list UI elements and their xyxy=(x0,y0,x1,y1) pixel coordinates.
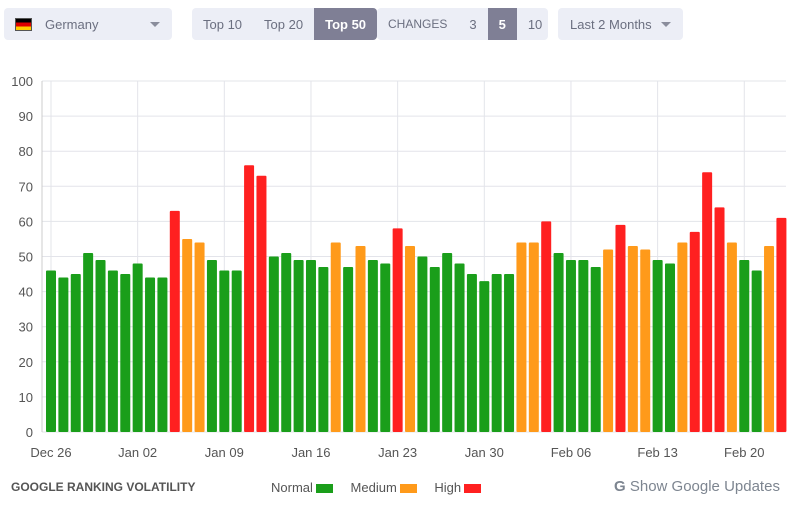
bar-normal xyxy=(157,277,168,432)
x-tick-label: Jan 09 xyxy=(205,445,244,460)
bar-medium xyxy=(603,249,614,432)
bar-normal xyxy=(652,260,663,432)
legend-medium: Medium xyxy=(351,480,417,495)
bar-normal xyxy=(504,274,515,432)
bar-normal xyxy=(429,267,440,432)
bar-normal xyxy=(578,260,589,432)
bar-high xyxy=(714,207,725,432)
bar-high xyxy=(541,221,552,432)
bar-medium xyxy=(528,242,539,432)
bar-medium xyxy=(764,245,775,432)
x-tick-label: Feb 13 xyxy=(637,445,677,460)
volatility-chart: 0 10 20 30 40 50 60 70 80 90 100 Dec 26 Jan 02 Jan 09… xyxy=(11,74,787,460)
bar-normal xyxy=(268,256,279,432)
bar-normal xyxy=(491,274,502,432)
bar-normal xyxy=(83,252,94,432)
bar-medium xyxy=(677,242,688,432)
x-tick-label: Jan 02 xyxy=(118,445,157,460)
bar-normal xyxy=(95,260,106,432)
bar-normal xyxy=(107,270,118,432)
bar-normal xyxy=(293,260,304,432)
y-tick-label: 50 xyxy=(19,250,33,265)
bar-normal xyxy=(46,270,56,432)
y-tick-label: 40 xyxy=(19,285,33,300)
y-tick-label: 20 xyxy=(19,355,33,370)
x-tick-label: Jan 16 xyxy=(291,445,330,460)
bar-normal xyxy=(318,267,329,432)
bar-high xyxy=(244,165,255,433)
bar-normal xyxy=(479,281,490,432)
y-tick-label: 90 xyxy=(19,109,33,124)
legend: Normal Medium High xyxy=(271,480,482,495)
y-tick-label: 0 xyxy=(26,425,33,440)
y-tick-label: 100 xyxy=(11,74,33,89)
bar-high xyxy=(702,172,713,432)
bar-medium xyxy=(405,245,416,432)
bar-medium xyxy=(640,249,651,432)
bar-normal xyxy=(132,263,143,432)
bar-high xyxy=(392,228,403,432)
bar-normal xyxy=(70,274,81,432)
y-tick-label: 30 xyxy=(19,320,33,335)
bar-high xyxy=(615,224,626,432)
bar-high xyxy=(689,231,700,432)
bar-medium xyxy=(726,242,737,432)
bar-normal xyxy=(380,263,391,432)
x-tick-label: Feb 20 xyxy=(724,445,764,460)
bar-normal xyxy=(417,256,428,432)
y-tick-label: 70 xyxy=(19,179,33,194)
x-tick-label: Jan 30 xyxy=(465,445,504,460)
bar-medium xyxy=(516,242,527,432)
bar-normal xyxy=(343,267,354,432)
bar-normal xyxy=(553,252,564,432)
bar-medium xyxy=(194,242,205,432)
bar-medium xyxy=(627,245,638,432)
bar-normal xyxy=(58,277,69,432)
y-tick-label: 80 xyxy=(19,144,33,159)
bar-normal xyxy=(665,263,675,432)
x-tick-label: Jan 23 xyxy=(378,445,417,460)
legend-high-swatch xyxy=(464,484,482,494)
bar-normal xyxy=(231,270,242,432)
legend-normal: Normal xyxy=(271,480,333,495)
legend-normal-swatch xyxy=(315,484,333,494)
bar-normal xyxy=(454,263,465,432)
bar-normal xyxy=(751,270,762,432)
bar-normal xyxy=(206,260,217,432)
bar-high xyxy=(169,210,180,432)
legend-medium-swatch xyxy=(399,484,417,494)
bar-normal xyxy=(466,274,477,432)
chart-title: GOOGLE RANKING VOLATILITY xyxy=(11,480,196,494)
bar-normal xyxy=(305,260,316,432)
x-tick-label: Dec 26 xyxy=(30,445,71,460)
bar-normal xyxy=(367,260,378,432)
show-google-updates-link[interactable]: G Show Google Updates xyxy=(614,478,780,495)
y-tick-label: 60 xyxy=(19,214,33,229)
bar-normal xyxy=(281,252,292,432)
bar-normal xyxy=(145,277,156,432)
bar-high xyxy=(256,175,267,432)
bar-normal xyxy=(739,260,750,432)
x-tick-label: Feb 06 xyxy=(551,445,591,460)
bar-normal xyxy=(120,274,131,432)
bar-medium xyxy=(355,245,366,432)
y-tick-label: 10 xyxy=(19,390,33,405)
bar-high xyxy=(776,217,787,432)
bar-medium xyxy=(182,238,193,432)
bar-normal xyxy=(442,252,453,432)
legend-high: High xyxy=(434,480,482,495)
bar-normal xyxy=(565,260,576,432)
bar-normal xyxy=(219,270,230,432)
bar-medium xyxy=(330,242,341,432)
google-g-icon: G xyxy=(614,478,626,495)
bar-normal xyxy=(590,267,601,432)
